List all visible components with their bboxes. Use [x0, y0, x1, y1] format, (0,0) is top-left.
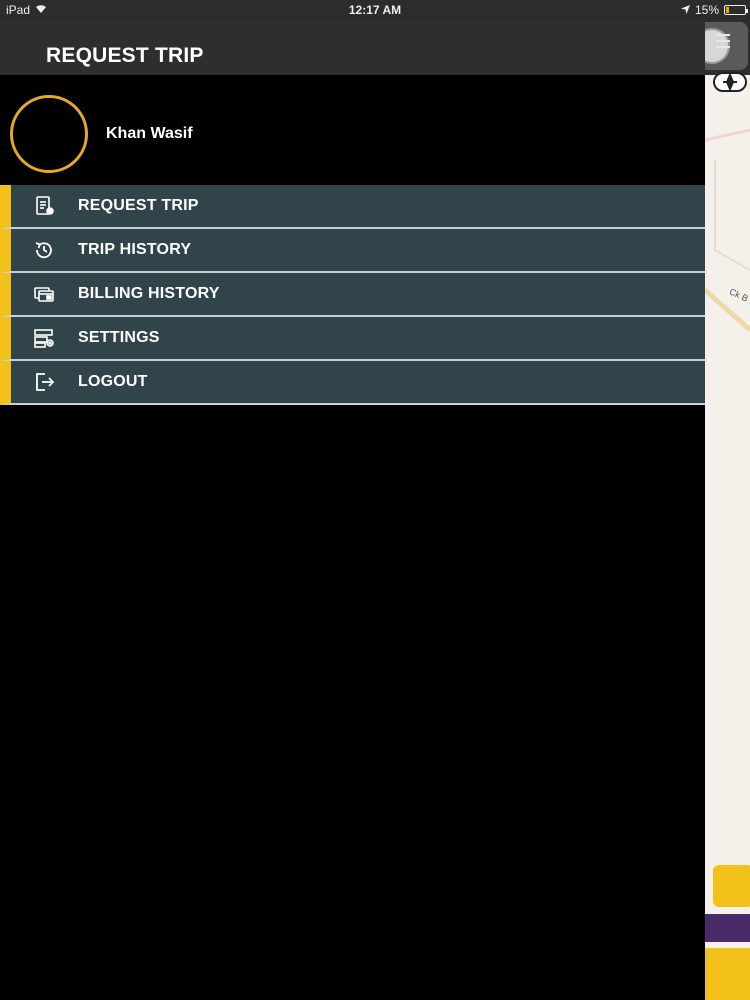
user-name: Khan Wasif: [106, 125, 193, 142]
map-action-button[interactable]: [713, 865, 750, 907]
profile-section: Khan Wasif: [0, 75, 705, 185]
billing-card-icon: [33, 283, 55, 305]
menu-item-label: LOGOUT: [78, 373, 148, 390]
hamburger-icon: [716, 34, 730, 36]
menu-item-settings[interactable]: SETTINGS: [0, 317, 705, 361]
compass-icon[interactable]: [713, 72, 747, 92]
menu-item-request-trip[interactable]: REQUEST TRIP: [0, 185, 705, 229]
menu-item-label: SETTINGS: [78, 329, 160, 346]
map-purple-bar: [705, 914, 750, 942]
menu-item-label: REQUEST TRIP: [78, 197, 199, 214]
drawer-header: REQUEST TRIP: [0, 20, 705, 75]
battery-fill: [726, 7, 729, 13]
avatar[interactable]: [10, 95, 88, 173]
status-bar: iPad 12:17 AM 15%: [0, 0, 750, 20]
battery-icon: [724, 5, 748, 15]
page-title: REQUEST TRIP: [46, 44, 204, 67]
settings-server-icon: [33, 327, 55, 349]
location-arrow-icon: [680, 3, 690, 17]
status-time: 12:17 AM: [348, 3, 402, 17]
map-bottom-button[interactable]: [705, 948, 750, 1000]
menu-item-billing-history[interactable]: BILLING HISTORY: [0, 273, 705, 317]
menu-item-label: TRIP HISTORY: [78, 241, 192, 258]
menu-item-label: BILLING HISTORY: [78, 285, 220, 302]
battery-percent: 15%: [694, 3, 719, 17]
menu-item-trip-history[interactable]: TRIP HISTORY: [0, 229, 705, 273]
status-right: 15%: [680, 3, 748, 17]
logout-icon: [33, 371, 55, 393]
request-trip-icon: [33, 195, 55, 217]
map-view[interactable]: Ck B: [705, 20, 750, 1000]
menu-toggle-button[interactable]: [705, 22, 748, 70]
drawer-menu: REQUEST TRIP TRIP HISTORY BILLING HISTOR…: [0, 185, 705, 405]
history-clock-icon: [33, 239, 55, 261]
menu-item-logout[interactable]: LOGOUT: [0, 361, 705, 405]
